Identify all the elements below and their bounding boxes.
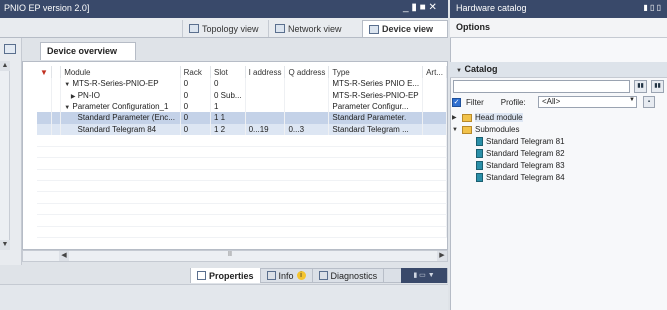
tab-device-overview[interactable]: Device overview bbox=[40, 42, 136, 60]
inspector-window-controls[interactable]: ▮ ▭ ▼ bbox=[401, 268, 447, 283]
table-row-empty bbox=[37, 134, 447, 147]
tab-device-view[interactable]: Device view bbox=[362, 20, 448, 37]
module-icon bbox=[476, 161, 483, 170]
table-row-empty bbox=[37, 157, 447, 170]
device-overview-table: ▼ Module Rack Slot I address Q address T… bbox=[22, 61, 448, 250]
catalog-item[interactable]: Standard Telegram 84 bbox=[476, 172, 565, 183]
catalog-search-input[interactable] bbox=[453, 80, 630, 93]
device-icon bbox=[369, 24, 379, 34]
table-row-empty bbox=[37, 191, 447, 204]
table-row-empty bbox=[37, 146, 447, 159]
window-controls[interactable]: _ ▮ ■ ✕ bbox=[398, 0, 448, 18]
catalog-item[interactable]: Standard Telegram 83 bbox=[476, 160, 565, 171]
scroll-left-icon[interactable]: ◀ bbox=[59, 251, 69, 261]
table-row[interactable]: ▶ PN-IO 0 0 Sub... MTS-R-Series-PNIO-EP bbox=[37, 89, 447, 101]
folder-icon bbox=[462, 113, 472, 122]
filter-column-icon[interactable]: ▼ bbox=[37, 66, 52, 78]
col-q-address[interactable]: Q address bbox=[284, 66, 330, 78]
tree-item-submodules[interactable]: ▼ Submodules bbox=[452, 124, 519, 135]
search-icon[interactable]: ▮▮ bbox=[634, 80, 647, 93]
table-row[interactable]: Standard Telegram 84 0 1 2 0...19 0...3 … bbox=[37, 123, 447, 135]
info-icon bbox=[266, 271, 276, 280]
info-badge-icon: i bbox=[296, 271, 306, 280]
tab-info[interactable]: Info i bbox=[261, 268, 313, 283]
catalog-title-bar: Hardware catalog ▮ ▯ ▯ bbox=[450, 0, 667, 18]
catalog-window-controls[interactable]: ▮ ▯ ▯ bbox=[643, 3, 661, 12]
catalog-header[interactable]: ▼ Catalog bbox=[450, 62, 667, 78]
device-overview-icon[interactable] bbox=[4, 44, 16, 54]
table-row-empty bbox=[37, 214, 447, 227]
scroll-thumb[interactable]: II bbox=[228, 251, 232, 258]
table-row-selected[interactable]: Standard Parameter (Enc... 0 1 1 Standar… bbox=[37, 112, 447, 124]
col-type[interactable]: Type bbox=[328, 66, 424, 78]
col-module[interactable]: Module bbox=[60, 66, 181, 78]
profile-settings-icon[interactable]: ▪ bbox=[643, 96, 655, 108]
network-icon bbox=[275, 24, 285, 33]
col-i-address[interactable]: I address bbox=[245, 66, 286, 78]
module-icon bbox=[476, 173, 483, 182]
topology-icon bbox=[189, 24, 199, 33]
tab-topology-view[interactable]: Topology view bbox=[182, 20, 265, 37]
editor-title: PNIO EP version 2.0] bbox=[4, 3, 90, 13]
table-row[interactable]: ▼ Parameter Configuration_1 0 1 Paramete… bbox=[37, 100, 447, 113]
inspector-tabs: Properties Info i Diagnostics ▮ ▭ ▼ bbox=[190, 268, 448, 283]
tab-diagnostics[interactable]: Diagnostics bbox=[313, 268, 385, 283]
tab-properties[interactable]: Properties bbox=[191, 268, 261, 283]
scroll-right-icon[interactable]: ▶ bbox=[437, 251, 447, 261]
catalog-item[interactable]: Standard Telegram 82 bbox=[476, 148, 565, 159]
scroll-down-icon[interactable]: ▼ bbox=[0, 240, 10, 250]
properties-icon bbox=[197, 271, 206, 280]
inspector-area bbox=[0, 284, 448, 310]
search-next-icon[interactable]: ▮▮ bbox=[651, 80, 664, 93]
chevron-right-icon: ▶ bbox=[452, 115, 457, 121]
table-row-empty bbox=[37, 203, 447, 216]
col-slot[interactable]: Slot bbox=[210, 66, 246, 78]
module-icon bbox=[476, 149, 483, 158]
folder-icon bbox=[462, 125, 472, 134]
options-header[interactable]: Options bbox=[450, 18, 667, 38]
view-tabs: Topology view Network view Device view bbox=[0, 18, 448, 38]
table-row[interactable]: ▼ MTS-R-Series-PNIO-EP 0 0 MTS-R-Series … bbox=[37, 78, 447, 90]
tab-network-view[interactable]: Network view bbox=[268, 20, 348, 37]
chevron-down-icon: ▼ bbox=[452, 126, 458, 133]
filter-checkbox[interactable]: ✓ bbox=[452, 97, 461, 107]
table-row-empty bbox=[37, 180, 447, 193]
catalog-item[interactable]: Standard Telegram 81 bbox=[476, 136, 565, 147]
col-article[interactable]: Art... bbox=[422, 66, 447, 78]
col-rack[interactable]: Rack bbox=[180, 66, 212, 78]
table-row-empty bbox=[37, 226, 447, 238]
diagnostics-icon bbox=[318, 271, 328, 280]
filter-row: ✓ Filter Profile: bbox=[452, 97, 526, 107]
table-vertical-scrollbar[interactable]: ▲ ▼ bbox=[0, 61, 10, 250]
module-icon bbox=[476, 137, 483, 146]
chevron-down-icon: ▼ bbox=[456, 68, 462, 74]
chevron-down-icon: ▼ bbox=[629, 97, 635, 103]
table-horizontal-scrollbar[interactable]: ◀ II ▶ bbox=[22, 250, 448, 262]
editor-title-bar: PNIO EP version 2.0] bbox=[0, 0, 448, 18]
table-row-empty bbox=[37, 169, 447, 182]
tree-item-head-module[interactable]: ▶ Head module bbox=[452, 112, 523, 123]
scroll-up-icon[interactable]: ▲ bbox=[0, 61, 10, 71]
profile-select[interactable]: <All> ▼ bbox=[538, 96, 637, 108]
